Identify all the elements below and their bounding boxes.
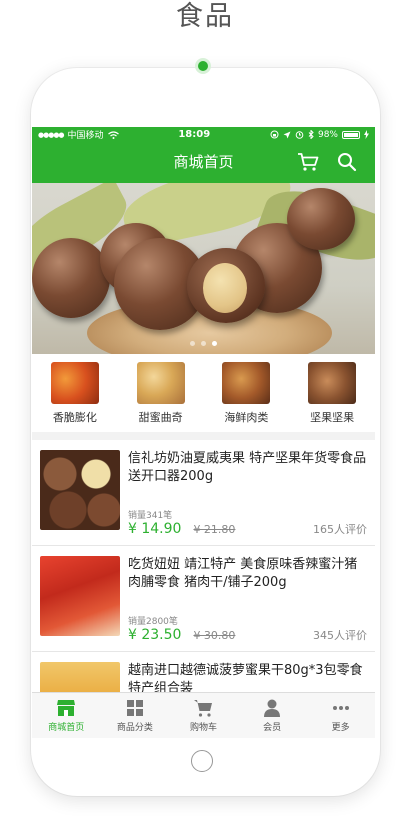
more-icon	[332, 706, 349, 710]
nav-bar: 商城首页	[32, 142, 375, 183]
store-icon	[57, 700, 76, 716]
page-title: 食品	[176, 1, 234, 32]
tab-label: 商城首页	[48, 723, 85, 733]
charging-icon	[363, 130, 369, 139]
category-image	[136, 362, 185, 404]
macadamia-kernel	[203, 263, 247, 313]
cart-icon[interactable]	[297, 152, 319, 172]
carousel-dot[interactable]	[190, 341, 195, 346]
product-sales: 销量341笔	[128, 511, 173, 521]
tab-bar: 商城首页 商品分类 购物车 会员 更多	[32, 692, 375, 738]
category-item-seafood-meat[interactable]: 海鲜肉类	[210, 362, 282, 425]
product-price: ¥ 23.50	[128, 627, 182, 643]
product-image	[40, 556, 120, 636]
nav-title: 商城首页	[173, 153, 234, 171]
tab-categories[interactable]: 商品分类	[101, 693, 170, 738]
tab-label: 购物车	[189, 723, 217, 733]
cart-icon	[194, 700, 213, 717]
category-label: 海鲜肉类	[224, 411, 269, 424]
tab-label: 商品分类	[116, 723, 153, 733]
product-title: 吃货妞妞 靖江特产 美食原味香辣蜜汁猪肉脯零食 猪肉干/铺子200g	[128, 557, 358, 590]
home-button[interactable]	[191, 750, 213, 772]
rotation-lock-icon	[270, 130, 279, 139]
category-item-puffed[interactable]: 香脆膨化	[39, 362, 111, 425]
category-label: 坚果坚果	[310, 411, 355, 424]
carousel-dot[interactable]	[201, 341, 206, 346]
tab-label: 会员	[263, 723, 282, 733]
category-item-nuts[interactable]: 坚果坚果	[296, 362, 368, 425]
product-reviews: 345人评价	[313, 629, 367, 642]
status-bar: ●●●●● 中国移动 18:09 98%	[32, 127, 375, 142]
category-row: 香脆膨化 甜蜜曲奇 海鲜肉类 坚果坚果	[32, 354, 375, 432]
category-image	[222, 362, 271, 404]
tab-more[interactable]: 更多	[306, 693, 375, 738]
carousel-dot-active[interactable]	[212, 341, 217, 346]
camera-dot	[198, 61, 208, 71]
bluetooth-icon	[308, 130, 314, 139]
location-icon	[283, 131, 291, 138]
category-label: 甜蜜曲奇	[138, 411, 183, 424]
product-title: 信礼坊奶油夏威夷果 特产坚果年货零食品 送开口器200g	[128, 451, 367, 484]
product-old-price: ¥ 30.80	[193, 629, 236, 642]
page: 食品 ●●●●● 中国移动 18:09 98% 商城首页 香脆膨化 甜蜜曲奇 海…	[0, 0, 410, 832]
status-time: 18:09	[178, 129, 211, 140]
app-screen: ●●●●● 中国移动 18:09 98% 商城首页 香脆膨化 甜蜜曲奇 海鲜肉类…	[32, 127, 375, 738]
category-label: 香脆膨化	[52, 411, 97, 424]
carrier-label: 中国移动	[67, 131, 104, 141]
product-card[interactable]: 吃货妞妞 靖江特产 美食原味香辣蜜汁猪肉脯零食 猪肉干/铺子200g 销量280…	[32, 546, 375, 652]
wifi-icon	[107, 130, 119, 139]
banner-carousel[interactable]	[32, 183, 375, 354]
alarm-icon	[295, 131, 304, 139]
product-old-price: ¥ 21.80	[193, 523, 236, 536]
battery-percent: 98%	[317, 129, 338, 140]
category-image	[50, 362, 99, 404]
tab-label: 更多	[331, 723, 350, 733]
tab-home[interactable]: 商城首页	[32, 693, 101, 738]
tab-member[interactable]: 会员	[238, 693, 307, 738]
carousel-indicator	[32, 341, 375, 346]
product-image	[40, 450, 120, 530]
product-sales: 销量2800笔	[128, 617, 178, 627]
signal-icon: ●●●●●	[38, 130, 65, 139]
user-icon	[264, 699, 281, 717]
category-image	[308, 362, 357, 404]
grid-icon	[126, 700, 143, 716]
macadamia-nut	[32, 238, 110, 318]
tab-cart[interactable]: 购物车	[169, 693, 238, 738]
product-price: ¥ 14.90	[128, 521, 182, 537]
macadamia-nut	[287, 188, 355, 250]
product-card[interactable]: 信礼坊奶油夏威夷果 特产坚果年货零食品 送开口器200g 销量341笔 ¥ 14…	[32, 440, 375, 546]
category-item-cookies[interactable]: 甜蜜曲奇	[125, 362, 197, 425]
battery-icon	[341, 130, 360, 139]
search-icon[interactable]	[337, 152, 357, 172]
product-reviews: 165人评价	[313, 523, 367, 536]
